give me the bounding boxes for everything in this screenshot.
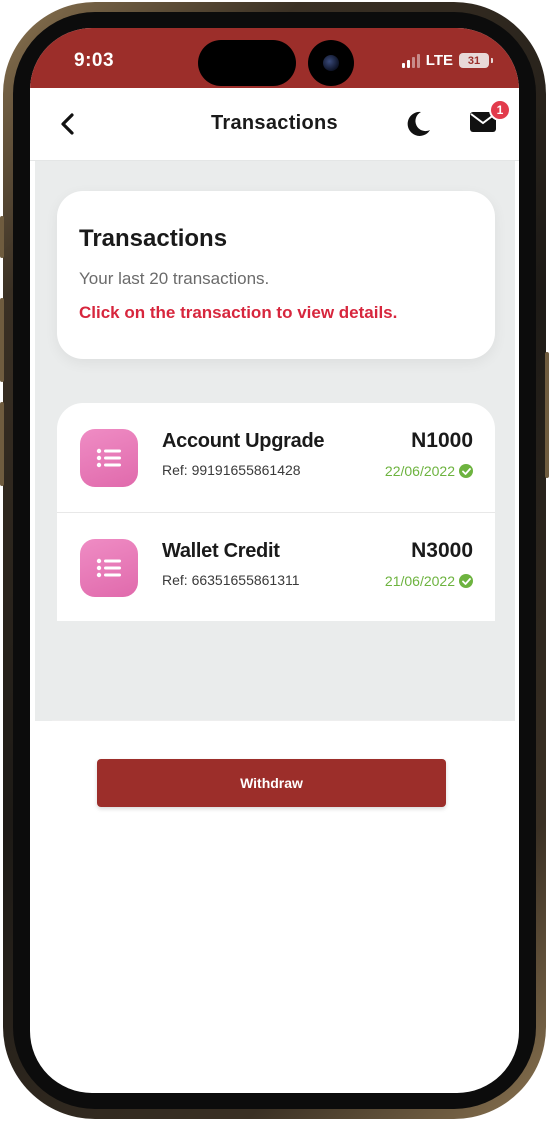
signal-icon xyxy=(401,53,420,68)
status-time: 9:03 xyxy=(74,50,115,71)
divider xyxy=(52,720,492,721)
network-label: LTE xyxy=(425,52,453,69)
card-subtitle: Your last 20 transactions. xyxy=(79,269,270,288)
transaction-date-group: 21/06/2022 xyxy=(385,573,473,589)
status-indicators: LTE 31 xyxy=(401,52,493,69)
transaction-row[interactable]: Account Upgrade Ref: 99191655861428 N100… xyxy=(57,403,495,513)
card-title: Transactions xyxy=(79,225,228,252)
action-button xyxy=(0,216,4,258)
check-circle-icon xyxy=(459,574,473,588)
transaction-ref: Ref: 66351655861311 xyxy=(162,572,300,588)
withdraw-button[interactable]: Withdraw xyxy=(97,759,446,807)
phone-screen: 9:03 LTE 31 Transactions 1 Transactions … xyxy=(30,28,519,1093)
check-circle-icon xyxy=(459,464,473,478)
transaction-ref: Ref: 99191655861428 xyxy=(162,462,301,478)
list-icon xyxy=(80,539,138,597)
transaction-amount: N1000 xyxy=(411,429,473,452)
notification-badge: 1 xyxy=(489,99,511,121)
transaction-row[interactable]: Wallet Credit Ref: 66351655861311 N3000 … xyxy=(57,513,495,623)
app-header: Transactions 1 xyxy=(30,88,519,161)
volume-up-button xyxy=(0,298,4,382)
page-title: Transactions xyxy=(211,112,338,134)
transaction-date: 22/06/2022 xyxy=(384,463,455,479)
volume-down-button xyxy=(0,402,4,486)
dynamic-island xyxy=(198,40,296,86)
transaction-amount: N3000 xyxy=(411,539,473,562)
status-bar: 9:03 LTE 31 xyxy=(30,28,519,88)
transaction-date-group: 22/06/2022 xyxy=(385,463,473,479)
camera-icon xyxy=(308,40,354,86)
transaction-date: 21/06/2022 xyxy=(384,573,455,589)
moon-icon xyxy=(407,111,430,136)
card-hint: Click on the transaction to view details… xyxy=(79,303,398,322)
info-card: Transactions Your last 20 transactions. … xyxy=(57,191,495,359)
transaction-name: Wallet Credit xyxy=(162,540,280,562)
battery-icon: 31 xyxy=(459,53,493,68)
power-button xyxy=(545,352,549,478)
transaction-name: Account Upgrade xyxy=(162,430,325,452)
list-icon xyxy=(80,429,138,487)
theme-toggle-button[interactable] xyxy=(404,110,432,138)
transaction-list: Account Upgrade Ref: 99191655861428 N100… xyxy=(57,403,495,621)
content-area: Transactions Your last 20 transactions. … xyxy=(35,161,515,721)
